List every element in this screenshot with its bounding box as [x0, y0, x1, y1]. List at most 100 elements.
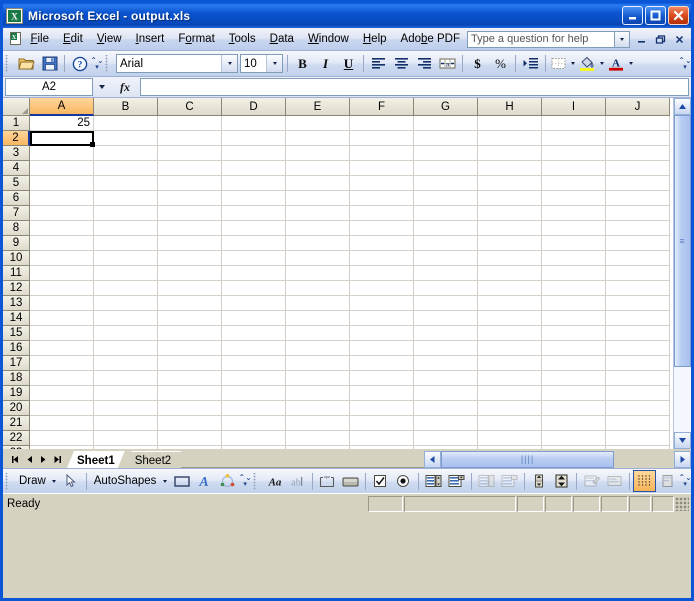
row-header-19[interactable]: 19	[3, 386, 30, 401]
cell-c15[interactable]	[158, 326, 222, 341]
cell-f3[interactable]	[350, 146, 414, 161]
combo-box-icon[interactable]	[445, 470, 468, 492]
cell-b20[interactable]	[94, 401, 158, 416]
cell-f12[interactable]	[350, 281, 414, 296]
row-header-23[interactable]: 23	[3, 446, 30, 449]
autoshapes-dropdown-arrow[interactable]	[159, 470, 170, 492]
check-box-icon[interactable]	[369, 470, 392, 492]
cell-f20[interactable]	[350, 401, 414, 416]
cell-e2[interactable]	[286, 131, 350, 146]
cell-j4[interactable]	[606, 161, 670, 176]
cell-f18[interactable]	[350, 371, 414, 386]
cell-e20[interactable]	[286, 401, 350, 416]
sheet-tab-sheet2[interactable]: Sheet2	[125, 451, 181, 468]
cell-f8[interactable]	[350, 221, 414, 236]
cell-i23[interactable]	[542, 446, 606, 449]
toggle-grid-icon[interactable]	[633, 470, 657, 492]
cell-c3[interactable]	[158, 146, 222, 161]
draw-menu-button[interactable]: Draw	[15, 475, 49, 487]
row-header-7[interactable]: 7	[3, 206, 30, 221]
cell-g11[interactable]	[414, 266, 478, 281]
cell-h5[interactable]	[478, 176, 542, 191]
cell-g16[interactable]	[414, 341, 478, 356]
cell-d23[interactable]	[222, 446, 286, 449]
horizontal-scrollbar[interactable]: ||||	[424, 451, 691, 468]
cell-i6[interactable]	[542, 191, 606, 206]
cell-b15[interactable]	[94, 326, 158, 341]
cell-d7[interactable]	[222, 206, 286, 221]
cell-b13[interactable]	[94, 296, 158, 311]
cell-i19[interactable]	[542, 386, 606, 401]
currency-style-icon[interactable]: $	[466, 53, 489, 75]
cell-g13[interactable]	[414, 296, 478, 311]
cell-i11[interactable]	[542, 266, 606, 281]
menu-item-help[interactable]: Help	[356, 30, 394, 49]
document-restore-button[interactable]	[652, 32, 668, 47]
cell-c18[interactable]	[158, 371, 222, 386]
menu-item-tools[interactable]: Tools	[222, 30, 263, 49]
italic-icon[interactable]: I	[314, 53, 337, 75]
cell-a3[interactable]	[30, 146, 94, 161]
cell-j12[interactable]	[606, 281, 670, 296]
menu-item-adobe-pdf[interactable]: Adobe PDF	[394, 30, 467, 49]
cell-g17[interactable]	[414, 356, 478, 371]
row-header-1[interactable]: 1	[3, 116, 30, 131]
cell-f22[interactable]	[350, 431, 414, 446]
cell-i14[interactable]	[542, 311, 606, 326]
menu-item-file[interactable]: File	[23, 30, 56, 49]
cell-g20[interactable]	[414, 401, 478, 416]
borders-icon[interactable]	[549, 53, 567, 75]
cell-f17[interactable]	[350, 356, 414, 371]
cell-i8[interactable]	[542, 221, 606, 236]
cell-c4[interactable]	[158, 161, 222, 176]
cell-b5[interactable]	[94, 176, 158, 191]
cell-d6[interactable]	[222, 191, 286, 206]
cell-i7[interactable]	[542, 206, 606, 221]
insert-function-icon[interactable]: fx	[110, 78, 140, 96]
horizontal-scroll-thumb[interactable]: ||||	[441, 451, 614, 468]
cell-f13[interactable]	[350, 296, 414, 311]
increase-indent-icon[interactable]	[519, 53, 542, 75]
label-control-icon[interactable]: Aa	[263, 470, 286, 492]
row-header-8[interactable]: 8	[3, 221, 30, 236]
column-header-j[interactable]: J	[606, 98, 670, 116]
row-header-14[interactable]: 14	[3, 311, 30, 326]
cell-h2[interactable]	[478, 131, 542, 146]
cell-g6[interactable]	[414, 191, 478, 206]
cell-f21[interactable]	[350, 416, 414, 431]
cell-j2[interactable]	[606, 131, 670, 146]
cell-i21[interactable]	[542, 416, 606, 431]
rectangle-icon[interactable]	[170, 470, 193, 492]
cell-d21[interactable]	[222, 416, 286, 431]
cell-e11[interactable]	[286, 266, 350, 281]
edit-code-icon[interactable]	[603, 470, 626, 492]
cell-g12[interactable]	[414, 281, 478, 296]
column-header-d[interactable]: D	[222, 98, 286, 116]
cell-e12[interactable]	[286, 281, 350, 296]
cell-i13[interactable]	[542, 296, 606, 311]
cell-g18[interactable]	[414, 371, 478, 386]
cell-a2[interactable]	[30, 131, 95, 147]
name-box-dropdown-arrow[interactable]	[93, 78, 110, 96]
cell-b6[interactable]	[94, 191, 158, 206]
option-button-icon[interactable]	[392, 470, 415, 492]
cell-b22[interactable]	[94, 431, 158, 446]
formula-input[interactable]	[140, 78, 689, 96]
cell-a21[interactable]	[30, 416, 94, 431]
cell-a13[interactable]	[30, 296, 94, 311]
cell-a22[interactable]	[30, 431, 94, 446]
cell-a15[interactable]	[30, 326, 94, 341]
cell-c9[interactable]	[158, 236, 222, 251]
cell-a5[interactable]	[30, 176, 94, 191]
cell-f4[interactable]	[350, 161, 414, 176]
vertical-scroll-thumb[interactable]: ≡	[674, 115, 691, 367]
cell-f10[interactable]	[350, 251, 414, 266]
cell-e19[interactable]	[286, 386, 350, 401]
cell-g4[interactable]	[414, 161, 478, 176]
scroll-bar-control-icon[interactable]	[528, 470, 551, 492]
cell-a1[interactable]: 25	[30, 116, 94, 131]
cell-c22[interactable]	[158, 431, 222, 446]
cell-i20[interactable]	[542, 401, 606, 416]
font-size-combo[interactable]: 10	[240, 54, 283, 73]
cell-h15[interactable]	[478, 326, 542, 341]
